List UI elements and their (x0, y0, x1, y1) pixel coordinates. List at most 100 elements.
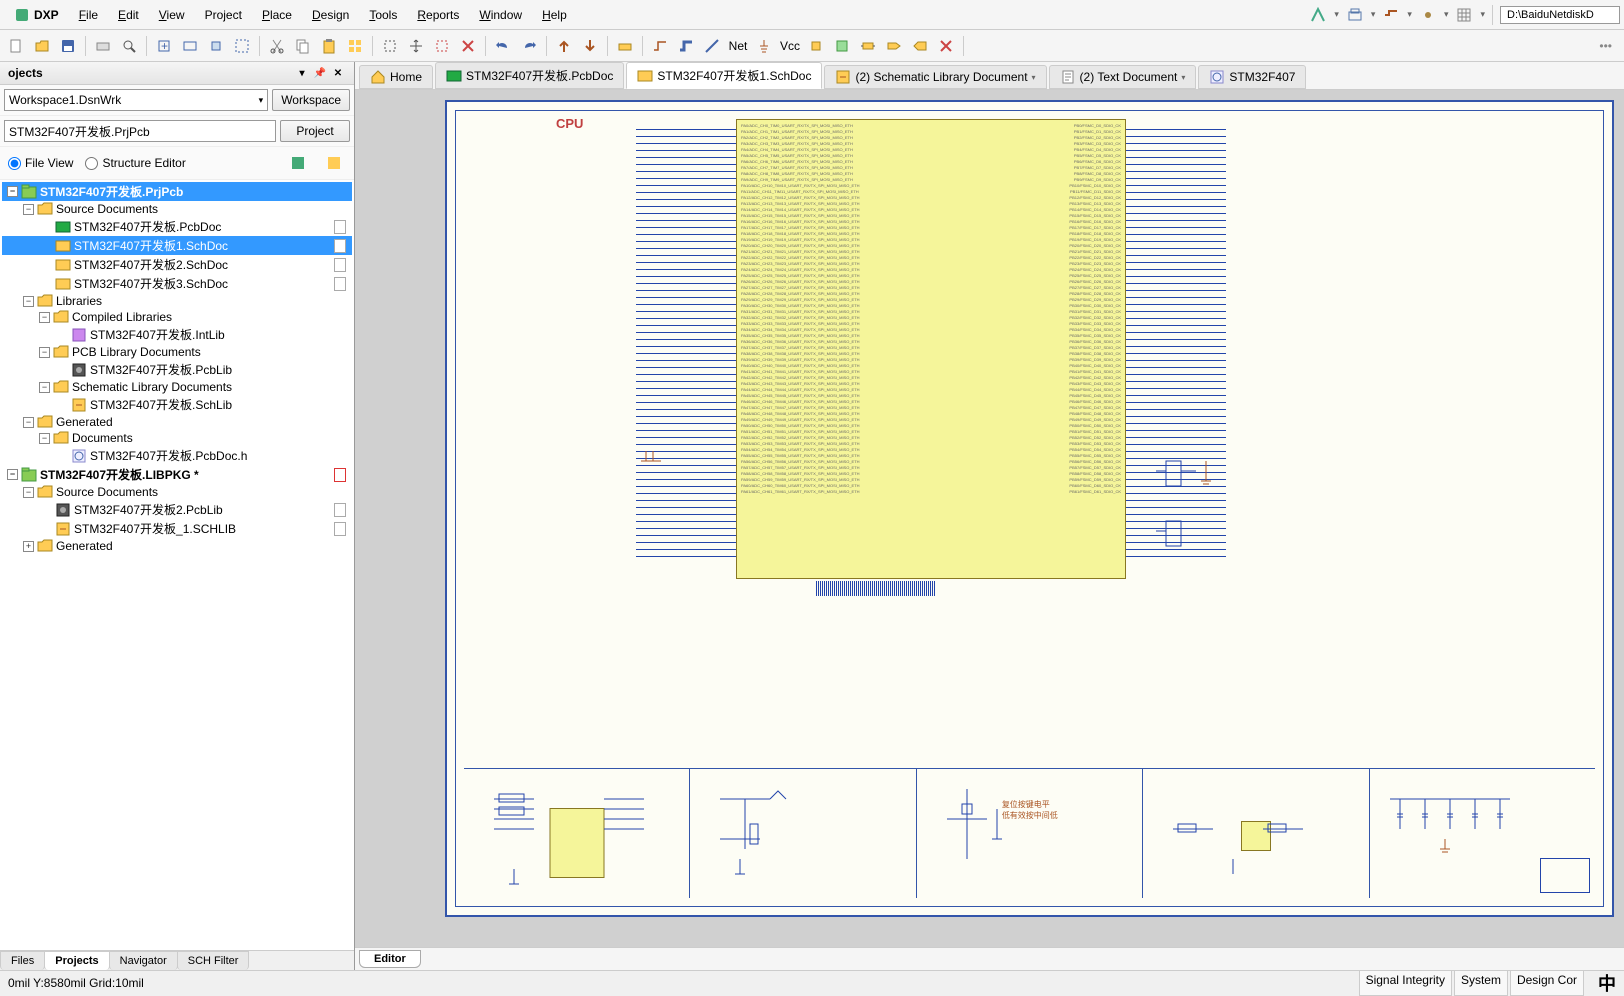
sidebar-tab-navigator[interactable]: Navigator (109, 951, 178, 970)
tree-node[interactable]: STM32F407开发板2.PcbLib (2, 500, 352, 519)
toolbar-overflow[interactable]: ••• (1591, 39, 1620, 53)
tree-node[interactable]: −Libraries (2, 293, 352, 309)
doc-tab[interactable]: Home (359, 65, 433, 89)
hierarchy-up-icon[interactable] (552, 34, 576, 58)
tree-node[interactable]: −STM32F407开发板.LIBPKG * (2, 465, 352, 484)
sheet-symbol-icon[interactable] (830, 34, 854, 58)
save-icon[interactable] (56, 34, 80, 58)
copy-icon[interactable] (291, 34, 315, 58)
new-icon[interactable] (4, 34, 28, 58)
expand-icon[interactable]: − (39, 312, 50, 323)
project-tree[interactable]: −STM32F407开发板.PrjPcb−Source DocumentsSTM… (0, 180, 354, 950)
ime-indicator[interactable]: 中 (1598, 970, 1616, 996)
menu-project[interactable]: Project (195, 4, 252, 26)
tree-node[interactable]: STM32F407开发板.PcbLib (2, 360, 352, 379)
workspace-combo[interactable]: Workspace1.DsnWrk▾ (4, 89, 268, 111)
grid-icon[interactable] (1452, 3, 1476, 27)
tree-node[interactable]: −Source Documents (2, 201, 352, 217)
doc-tab[interactable]: (2) Text Document▾ (1049, 65, 1197, 89)
print2-icon[interactable] (91, 34, 115, 58)
status-signal-integrity[interactable]: Signal Integrity (1359, 970, 1452, 996)
bus-tool-icon[interactable] (674, 34, 698, 58)
tree-node[interactable]: STM32F407开发板.PcbDoc.h (2, 446, 352, 465)
tree-node[interactable]: STM32F407开发板_1.SCHLIB (2, 519, 352, 538)
sheet-entry-icon[interactable] (856, 34, 880, 58)
clear-sel-icon[interactable] (456, 34, 480, 58)
tree-node[interactable]: STM32F407开发板1.SchDoc (2, 236, 352, 255)
port2-icon[interactable] (908, 34, 932, 58)
gnd-icon[interactable] (752, 34, 776, 58)
tree-node[interactable]: −STM32F407开发板.PrjPcb (2, 182, 352, 201)
zoom-in-icon[interactable]: + (152, 34, 176, 58)
tree-node[interactable]: STM32F407开发板.SchLib (2, 395, 352, 414)
tree-node[interactable]: STM32F407开发板3.SchDoc (2, 274, 352, 293)
menu-tools[interactable]: Tools (359, 4, 407, 26)
menu-place[interactable]: Place (252, 4, 302, 26)
zoom-area-icon[interactable] (204, 34, 228, 58)
menu-edit[interactable]: Edit (108, 4, 149, 26)
menu-window[interactable]: Window (469, 4, 532, 26)
wire-icon[interactable] (1379, 3, 1403, 27)
open-icon[interactable] (30, 34, 54, 58)
zoom-sel-icon[interactable] (230, 34, 254, 58)
undo-icon[interactable] (491, 34, 515, 58)
cross-probe-icon[interactable] (613, 34, 637, 58)
chevron-down-icon[interactable]: ▾ (1032, 73, 1036, 82)
no-erc-icon[interactable] (934, 34, 958, 58)
menu-file[interactable]: File (69, 4, 108, 26)
tree-node[interactable]: −Documents (2, 430, 352, 446)
status-system[interactable]: System (1454, 970, 1508, 996)
chevron-down-icon[interactable]: ▾ (1181, 73, 1185, 82)
panel-pin-icon[interactable]: 📌 (312, 66, 328, 80)
vcc-icon[interactable]: Vcc (778, 34, 802, 58)
doc-tab[interactable]: STM32F407开发板.PcbDoc (435, 62, 624, 89)
tree-node[interactable]: −Source Documents (2, 484, 352, 500)
deselect-icon[interactable] (430, 34, 454, 58)
doc-tab[interactable]: STM32F407开发板1.SchDoc (626, 62, 822, 89)
draw-mode-icon[interactable] (1306, 3, 1330, 27)
sidebar-tab-sch-filter[interactable]: SCH Filter (177, 951, 250, 970)
tree-node[interactable]: STM32F407开发板2.SchDoc (2, 255, 352, 274)
sidebar-tab-projects[interactable]: Projects (44, 951, 109, 970)
structure-editor-radio[interactable]: Structure Editor (85, 156, 185, 170)
file-view-radio[interactable]: File View (8, 156, 73, 170)
expand-icon[interactable]: − (39, 433, 50, 444)
tree-node[interactable]: STM32F407开发板.PcbDoc (2, 217, 352, 236)
hierarchy-down-icon[interactable] (578, 34, 602, 58)
paste-array-icon[interactable] (343, 34, 367, 58)
expand-icon[interactable]: − (39, 347, 50, 358)
expand-icon[interactable]: − (39, 382, 50, 393)
schematic-canvas[interactable]: CPU PA0/ADC_CH0_TIM0_USART_RX/TX_SPI_MOS… (355, 90, 1624, 947)
tree-node[interactable]: −Schematic Library Documents (2, 379, 352, 395)
select-rect-icon[interactable] (378, 34, 402, 58)
doc-tab[interactable]: STM32F407 (1198, 65, 1306, 89)
expand-icon[interactable]: + (23, 541, 34, 552)
junction-icon[interactable] (1416, 3, 1440, 27)
menu-view[interactable]: View (149, 4, 195, 26)
preview-icon[interactable] (117, 34, 141, 58)
wire-tool-icon[interactable] (648, 34, 672, 58)
part-icon[interactable] (804, 34, 828, 58)
sidebar-tab-files[interactable]: Files (0, 951, 45, 970)
paste-icon[interactable] (317, 34, 341, 58)
port-icon[interactable] (882, 34, 906, 58)
panel-opt2-icon[interactable] (322, 151, 346, 175)
editor-tab[interactable]: Editor (359, 950, 421, 968)
app-logo[interactable]: DXP (4, 7, 69, 23)
tree-node[interactable]: +Generated (2, 538, 352, 554)
bus-entry-icon[interactable] (700, 34, 724, 58)
zoom-fit-icon[interactable] (178, 34, 202, 58)
expand-icon[interactable]: − (7, 469, 18, 480)
doc-tab[interactable]: (2) Schematic Library Document▾ (824, 65, 1046, 89)
expand-icon[interactable]: − (23, 487, 34, 498)
expand-icon[interactable]: − (23, 204, 34, 215)
status-design[interactable]: Design Cor (1510, 970, 1584, 996)
panel-dropdown-icon[interactable]: ▾ (294, 66, 310, 80)
tree-node[interactable]: STM32F407开发板.IntLib (2, 325, 352, 344)
print-icon[interactable] (1343, 3, 1367, 27)
expand-icon[interactable]: − (23, 417, 34, 428)
redo-icon[interactable] (517, 34, 541, 58)
menu-help[interactable]: Help (532, 4, 577, 26)
move-icon[interactable] (404, 34, 428, 58)
expand-icon[interactable]: − (23, 296, 34, 307)
